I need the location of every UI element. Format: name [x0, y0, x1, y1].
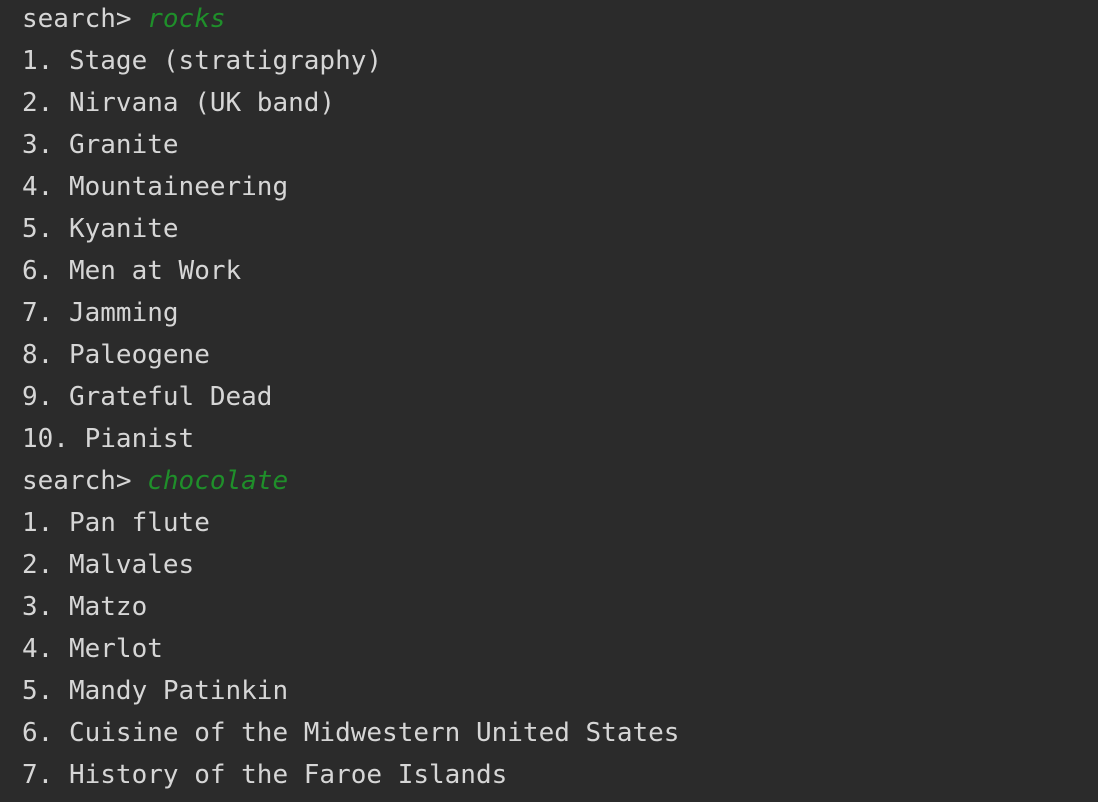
result-item: 1. Pan flute — [22, 502, 1098, 544]
result-number: 1. — [22, 508, 69, 538]
result-title: Kyanite — [68, 214, 179, 244]
result-item: 8. Paleogene — [22, 334, 1098, 376]
search-query: rocks — [147, 4, 226, 34]
result-number: 2. — [22, 88, 69, 118]
result-title: Pan flute — [68, 508, 210, 538]
result-title: Cuisine of the Midwestern United States — [68, 718, 680, 748]
result-item: 3. Matzo — [22, 586, 1098, 628]
result-title: Pianist — [84, 424, 195, 454]
result-title: Jamming — [68, 298, 179, 328]
result-item: 5. Kyanite — [22, 208, 1098, 250]
search-prompt-line: search> chocolate — [22, 460, 1098, 502]
result-number: 10. — [22, 424, 85, 454]
prompt-label: search> — [22, 4, 148, 34]
result-number: 9. — [22, 382, 69, 412]
result-title: Granite — [68, 130, 179, 160]
result-title: Matzo — [68, 592, 148, 622]
terminal-output[interactable]: search> rocks 1. Stage (stratigraphy) 2.… — [0, 0, 1098, 802]
result-title: History of the Faroe Islands — [68, 760, 508, 790]
result-title: Grateful Dead — [68, 382, 273, 412]
result-number: 5. — [22, 676, 69, 706]
search-query: chocolate — [147, 466, 289, 496]
result-item: 7. Jamming — [22, 292, 1098, 334]
search-prompt-line: search> rocks — [22, 0, 1098, 40]
result-number: 2. — [22, 550, 69, 580]
result-title: Malvales — [68, 550, 195, 580]
result-number: 4. — [22, 172, 69, 202]
result-number: 6. — [22, 256, 69, 286]
result-title: Mountaineering — [68, 172, 289, 202]
result-number: 4. — [22, 634, 69, 664]
result-item: 4. Mountaineering — [22, 166, 1098, 208]
result-item: 9. Grateful Dead — [22, 376, 1098, 418]
result-item: 3. Granite — [22, 124, 1098, 166]
result-title: Mandy Patinkin — [68, 676, 289, 706]
result-title: Stage (stratigraphy) — [68, 46, 383, 76]
result-number: 3. — [22, 130, 69, 160]
result-item: 6. Cuisine of the Midwestern United Stat… — [22, 712, 1098, 754]
result-number: 5. — [22, 214, 69, 244]
result-title: Nirvana (UK band) — [68, 88, 336, 118]
prompt-label: search> — [22, 466, 148, 496]
result-item: 7. History of the Faroe Islands — [22, 754, 1098, 796]
result-number: 3. — [22, 592, 69, 622]
result-number: 7. — [22, 298, 69, 328]
result-title: Men at Work — [68, 256, 242, 286]
result-item: 10. Pianist — [22, 418, 1098, 460]
result-item: 1. Stage (stratigraphy) — [22, 40, 1098, 82]
result-item: 2. Malvales — [22, 544, 1098, 586]
result-item: 6. Men at Work — [22, 250, 1098, 292]
result-number: 8. — [22, 340, 69, 370]
result-item: 2. Nirvana (UK band) — [22, 82, 1098, 124]
result-item: 5. Mandy Patinkin — [22, 670, 1098, 712]
result-item: 4. Merlot — [22, 628, 1098, 670]
result-title: Paleogene — [68, 340, 210, 370]
result-number: 1. — [22, 46, 69, 76]
result-number: 7. — [22, 760, 69, 790]
result-number: 6. — [22, 718, 69, 748]
result-title: Merlot — [68, 634, 163, 664]
